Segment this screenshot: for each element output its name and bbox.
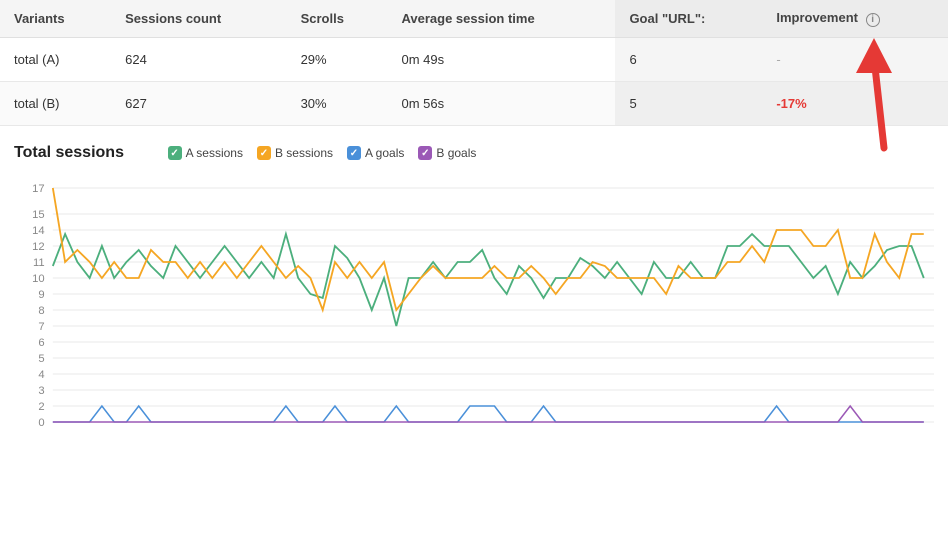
legend-item: ✓ B goals <box>418 146 476 160</box>
legend-check-icon: ✓ <box>347 146 361 160</box>
cell-variant: total (A) <box>0 37 111 81</box>
svg-text:17: 17 <box>32 183 44 195</box>
svg-text:3: 3 <box>38 385 44 397</box>
svg-text:2: 2 <box>38 401 44 413</box>
col-header-avg-session: Average session time <box>387 0 615 37</box>
cell-goal: 6 <box>615 37 762 81</box>
b-goals-line <box>53 406 924 422</box>
line-chart: 17 15 14 12 11 10 9 8 7 6 5 4 3 2 0 <box>14 178 934 438</box>
cell-sessions: 627 <box>111 81 286 125</box>
legend-item: ✓ B sessions <box>257 146 333 160</box>
legend-check-icon: ✓ <box>257 146 271 160</box>
legend-label: A goals <box>365 146 404 160</box>
chart-title: Total sessions <box>14 144 124 162</box>
svg-text:9: 9 <box>38 289 44 301</box>
legend-label: A sessions <box>186 146 243 160</box>
svg-text:8: 8 <box>38 305 44 317</box>
info-icon: i <box>866 13 880 27</box>
svg-text:10: 10 <box>32 273 44 285</box>
legend-check-icon: ✓ <box>168 146 182 160</box>
cell-avg-session: 0m 49s <box>387 37 615 81</box>
legend-label: B goals <box>436 146 476 160</box>
cell-improvement: - <box>762 37 948 81</box>
cell-goal: 5 <box>615 81 762 125</box>
chart-legend: ✓ A sessions ✓ B sessions ✓ A goals ✓ B … <box>168 146 477 160</box>
legend-item: ✓ A sessions <box>168 146 243 160</box>
chart-section: Total sessions ✓ A sessions ✓ B sessions… <box>0 126 948 448</box>
legend-check-icon: ✓ <box>418 146 432 160</box>
cell-improvement: -17% <box>762 81 948 125</box>
svg-text:6: 6 <box>38 337 44 349</box>
svg-text:11: 11 <box>33 257 45 269</box>
cell-scrolls: 30% <box>287 81 388 125</box>
col-header-variants: Variants <box>0 0 111 37</box>
b-sessions-line <box>53 188 924 310</box>
table-row: total (A) 624 29% 0m 49s 6 - <box>0 37 948 81</box>
data-table: Variants Sessions count Scrolls Average … <box>0 0 948 126</box>
legend-item: ✓ A goals <box>347 146 404 160</box>
svg-text:15: 15 <box>32 209 44 221</box>
svg-text:7: 7 <box>38 321 44 333</box>
cell-sessions: 624 <box>111 37 286 81</box>
cell-variant: total (B) <box>0 81 111 125</box>
variants-table: Variants Sessions count Scrolls Average … <box>0 0 948 126</box>
col-header-improvement: Improvement i <box>762 0 948 37</box>
svg-text:12: 12 <box>32 241 44 253</box>
legend-label: B sessions <box>275 146 333 160</box>
col-header-scrolls: Scrolls <box>287 0 388 37</box>
svg-text:14: 14 <box>32 225 44 237</box>
a-sessions-line <box>53 234 924 326</box>
cell-scrolls: 29% <box>287 37 388 81</box>
svg-text:0: 0 <box>38 417 44 429</box>
a-goals-line <box>53 406 924 422</box>
chart-wrapper: 17 15 14 12 11 10 9 8 7 6 5 4 3 2 0 <box>14 178 934 438</box>
svg-text:4: 4 <box>38 369 44 381</box>
col-header-sessions: Sessions count <box>111 0 286 37</box>
cell-avg-session: 0m 56s <box>387 81 615 125</box>
table-row: total (B) 627 30% 0m 56s 5 -17% <box>0 81 948 125</box>
col-header-goal: Goal "URL": <box>615 0 762 37</box>
svg-text:5: 5 <box>38 353 44 365</box>
